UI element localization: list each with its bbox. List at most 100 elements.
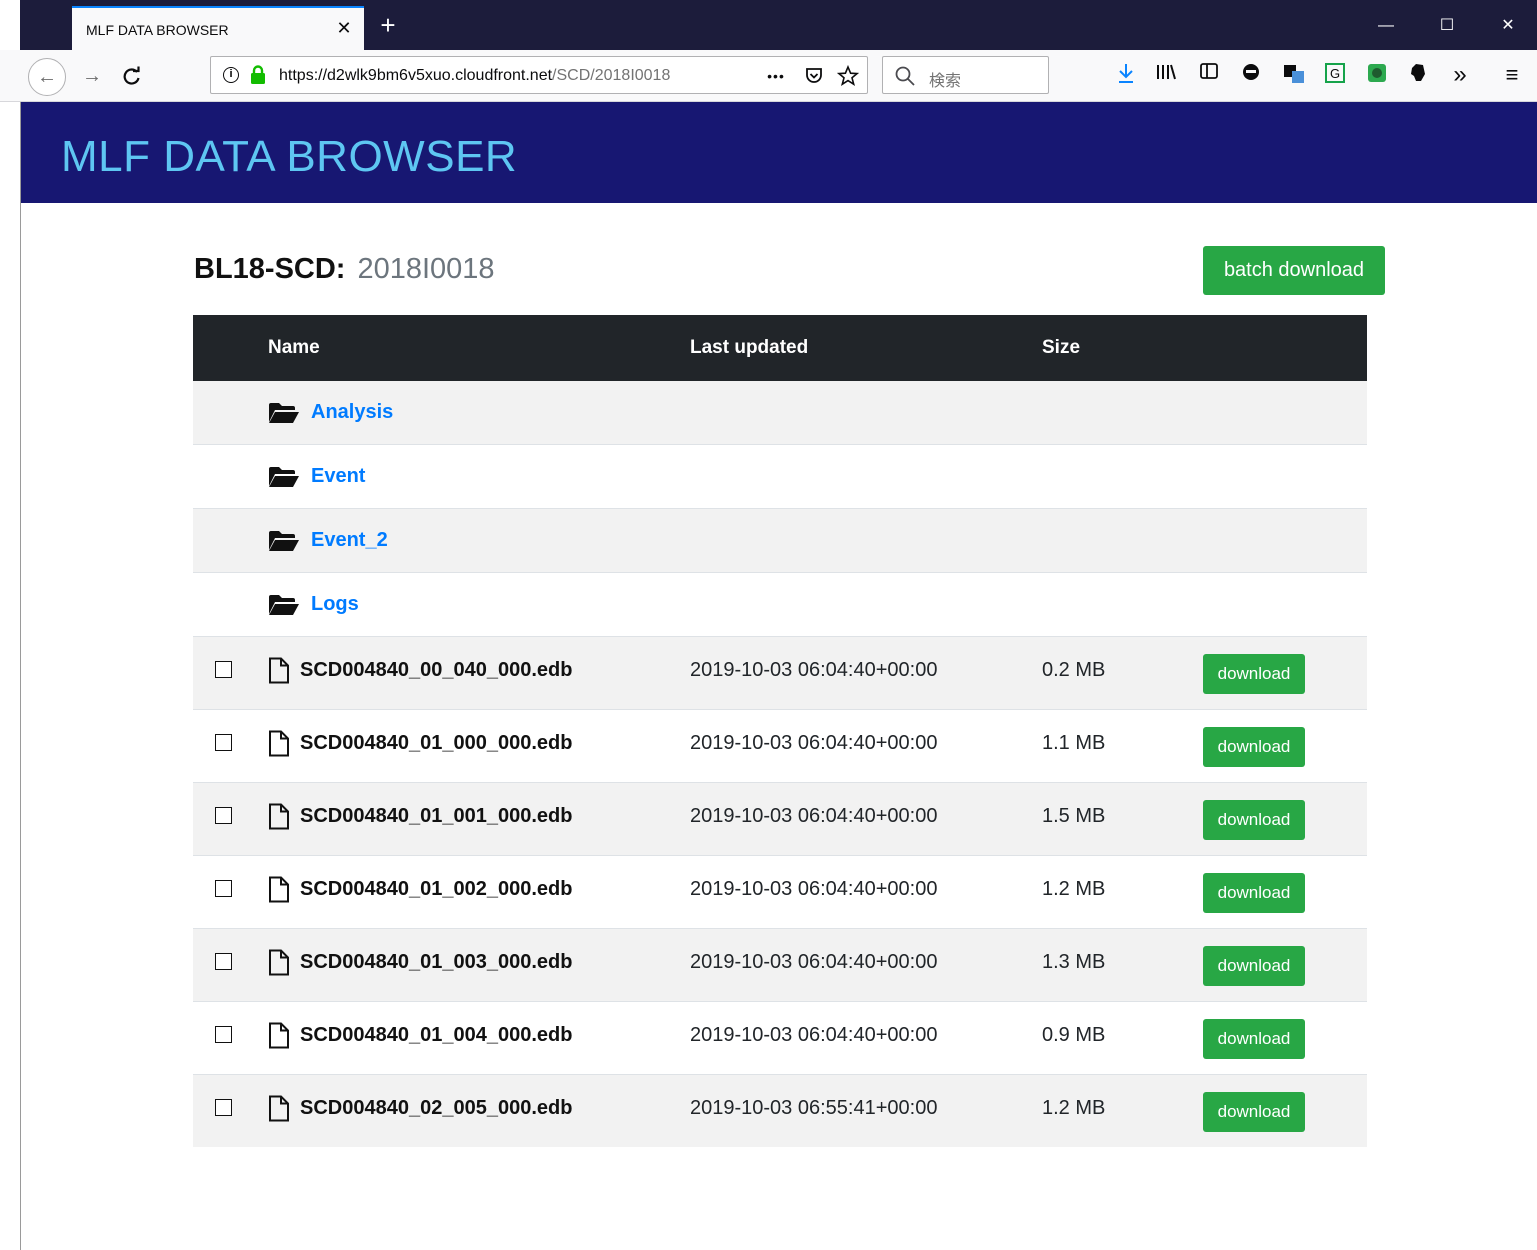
download-button[interactable]: download [1203, 1019, 1305, 1059]
file-name[interactable]: SCD004840_01_001_000.edb [300, 805, 572, 828]
file-icon [269, 730, 289, 757]
file-icon [269, 803, 289, 830]
maximize-button[interactable]: ☐ [1424, 8, 1470, 44]
page-title: BL18-SCD: 2018I0018 [194, 253, 495, 286]
grammarly-icon[interactable]: G [1322, 62, 1348, 88]
file-icon [269, 657, 289, 684]
new-tab-button[interactable]: + [374, 12, 402, 40]
folder-open-icon [269, 595, 299, 615]
file-size: 1.1 MB [1042, 732, 1106, 754]
file-name[interactable]: SCD004840_01_000_000.edb [300, 732, 572, 755]
file-icon [269, 1022, 289, 1049]
search-placeholder: 検索 [929, 73, 962, 90]
window-edge [0, 0, 20, 50]
file-row: SCD004840_01_001_000.edb 2019-10-03 06:0… [193, 782, 1367, 855]
minimize-button[interactable]: — [1363, 8, 1409, 44]
file-last-updated: 2019-10-03 06:55:41+00:00 [690, 1097, 938, 1119]
info-icon[interactable]: i [223, 67, 239, 83]
file-size: 0.9 MB [1042, 1024, 1106, 1046]
file-select-checkbox[interactable] [215, 953, 232, 970]
file-select-checkbox[interactable] [215, 1026, 232, 1043]
reload-button[interactable] [116, 60, 148, 92]
folder-open-icon [269, 467, 299, 487]
folder-link[interactable]: Event_2 [311, 529, 388, 552]
sidebar-icon[interactable] [1196, 62, 1222, 88]
browser-titlebar: MLF DATA BROWSER ✕ + — ☐ ✕ [0, 0, 1537, 50]
file-select-checkbox[interactable] [215, 734, 232, 751]
file-last-updated: 2019-10-03 06:04:40+00:00 [690, 951, 938, 973]
url-host: https://d2wlk9bm6v5xuo.cloudfront.net [279, 67, 553, 84]
close-window-button[interactable]: ✕ [1485, 8, 1531, 44]
download-icon[interactable] [1113, 62, 1139, 88]
library-icon[interactable] [1153, 62, 1179, 88]
file-name[interactable]: SCD004840_00_040_000.edb [300, 659, 572, 682]
folder-row: Analysis [193, 381, 1367, 444]
bookmark-star-button[interactable] [835, 63, 861, 89]
search-bar[interactable]: 検索 [882, 56, 1049, 94]
file-size: 1.2 MB [1042, 878, 1106, 900]
site-header: MLF DATA BROWSER [21, 102, 1537, 203]
file-select-checkbox[interactable] [215, 880, 232, 897]
file-icon [269, 876, 289, 903]
back-button[interactable]: ← [28, 58, 66, 96]
browser-tab[interactable]: MLF DATA BROWSER ✕ [72, 6, 364, 50]
download-button[interactable]: download [1203, 727, 1305, 767]
close-tab-icon[interactable]: ✕ [334, 18, 354, 38]
file-last-updated: 2019-10-03 06:04:40+00:00 [690, 659, 938, 681]
file-name[interactable]: SCD004840_01_004_000.edb [300, 1024, 572, 1047]
download-button[interactable]: download [1203, 800, 1305, 840]
file-row: SCD004840_01_000_000.edb 2019-10-03 06:0… [193, 709, 1367, 782]
star-icon [836, 64, 860, 86]
file-last-updated: 2019-10-03 06:04:40+00:00 [690, 732, 938, 754]
url-path: /SCD/2018I0018 [552, 67, 671, 84]
window-edge-line [20, 102, 21, 1250]
file-size: 1.2 MB [1042, 1097, 1106, 1119]
file-last-updated: 2019-10-03 06:04:40+00:00 [690, 878, 938, 900]
folder-link[interactable]: Logs [311, 593, 359, 616]
file-size: 1.5 MB [1042, 805, 1106, 827]
account-icon[interactable] [1238, 62, 1264, 88]
reload-icon [123, 66, 140, 85]
download-button[interactable]: download [1203, 946, 1305, 986]
file-last-updated: 2019-10-03 06:04:40+00:00 [690, 1024, 938, 1046]
file-select-checkbox[interactable] [215, 661, 232, 678]
extension-icon[interactable] [1364, 62, 1390, 88]
file-name[interactable]: SCD004840_01_003_000.edb [300, 951, 572, 974]
file-icon [269, 949, 289, 976]
folder-row: Event [193, 444, 1367, 508]
lock-icon [251, 65, 265, 84]
file-size: 1.3 MB [1042, 951, 1106, 973]
pocket-save-button[interactable] [801, 63, 827, 89]
file-name[interactable]: SCD004840_01_002_000.edb [300, 878, 572, 901]
translate-icon[interactable] [1281, 62, 1307, 88]
folder-row: Event_2 [193, 508, 1367, 572]
site-brand[interactable]: MLF DATA BROWSER [61, 132, 517, 182]
file-row: SCD004840_01_002_000.edb 2019-10-03 06:0… [193, 855, 1367, 928]
forward-button[interactable]: → [76, 60, 108, 92]
download-button[interactable]: download [1203, 654, 1305, 694]
file-select-checkbox[interactable] [215, 807, 232, 824]
url-text[interactable]: https://d2wlk9bm6v5xuo.cloudfront.net/SC… [279, 67, 724, 85]
file-size: 0.2 MB [1042, 659, 1106, 681]
page-actions-button[interactable]: ••• [763, 63, 789, 89]
folder-open-icon [269, 531, 299, 551]
pocket-icon [806, 68, 822, 83]
beamline-label: BL18-SCD: [194, 253, 346, 285]
column-header-last-updated: Last updated [690, 337, 809, 358]
folder-link[interactable]: Event [311, 465, 365, 488]
file-row: SCD004840_01_003_000.edb 2019-10-03 06:0… [193, 928, 1367, 1001]
overflow-icon[interactable]: » [1447, 62, 1473, 88]
menu-icon[interactable]: ≡ [1499, 62, 1525, 88]
folder-link[interactable]: Analysis [311, 401, 393, 424]
proposal-id: 2018I0018 [357, 253, 495, 285]
download-button[interactable]: download [1203, 1092, 1305, 1132]
file-last-updated: 2019-10-03 06:04:40+00:00 [690, 805, 938, 827]
download-button[interactable]: download [1203, 873, 1305, 913]
url-bar[interactable]: i https://d2wlk9bm6v5xuo.cloudfront.net/… [210, 56, 868, 94]
file-name[interactable]: SCD004840_02_005_000.edb [300, 1097, 572, 1120]
file-select-checkbox[interactable] [215, 1099, 232, 1116]
file-row: SCD004840_02_005_000.edb 2019-10-03 06:5… [193, 1074, 1367, 1147]
evernote-icon[interactable] [1405, 62, 1431, 88]
search-icon [895, 66, 915, 86]
batch-download-button[interactable]: batch download [1203, 246, 1385, 295]
